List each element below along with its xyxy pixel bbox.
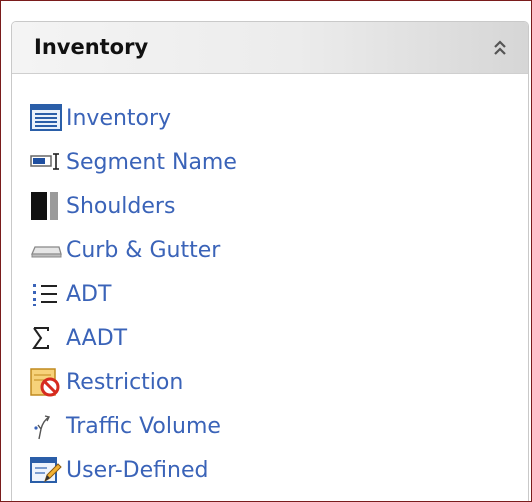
shoulders-icon — [31, 192, 58, 220]
panel-header: Inventory — [12, 22, 528, 74]
inventory-panel: Inventory Inventory Segment Name Shoulde… — [11, 21, 529, 501]
menu-label: ADT — [66, 281, 112, 307]
inventory-menu: Inventory Segment Name Shoulders Curb & … — [30, 96, 237, 492]
menu-label: Traffic Volume — [66, 413, 221, 439]
restriction-icon — [30, 368, 60, 397]
panel-title: Inventory — [34, 35, 149, 59]
menu-label: Shoulders — [66, 193, 176, 219]
menu-label: AADT — [66, 325, 128, 351]
screenshot-frame: Inventory Inventory Segment Name Shoulde… — [0, 0, 532, 502]
collapse-button[interactable] — [490, 38, 510, 58]
menu-label: Segment Name — [66, 149, 237, 175]
menu-item-user-defined[interactable]: User-Defined — [30, 448, 237, 492]
menu-item-traffic-volume[interactable]: Traffic Volume — [30, 404, 237, 448]
numbered-list-icon — [33, 284, 57, 306]
menu-label: Restriction — [66, 369, 184, 395]
menu-label: Curb & Gutter — [66, 237, 221, 263]
edit-form-icon — [30, 457, 62, 483]
sigma-icon — [32, 327, 49, 349]
menu-item-inventory[interactable]: Inventory — [30, 96, 237, 140]
menu-label: User-Defined — [66, 457, 209, 483]
list-window-icon — [30, 104, 62, 131]
menu-item-shoulders[interactable]: Shoulders — [30, 184, 237, 228]
menu-item-restriction[interactable]: Restriction — [30, 360, 237, 404]
menu-item-segment-name[interactable]: Segment Name — [30, 140, 237, 184]
double-chevron-up-icon — [494, 40, 506, 55]
menu-item-aadt[interactable]: AADT — [30, 316, 237, 360]
menu-item-adt[interactable]: ADT — [30, 272, 237, 316]
menu-label: Inventory — [66, 105, 172, 131]
text-field-icon — [30, 153, 59, 170]
curb-icon — [31, 246, 62, 258]
menu-item-curb-gutter[interactable]: Curb & Gutter — [30, 228, 237, 272]
traffic-volume-icon — [34, 415, 51, 440]
